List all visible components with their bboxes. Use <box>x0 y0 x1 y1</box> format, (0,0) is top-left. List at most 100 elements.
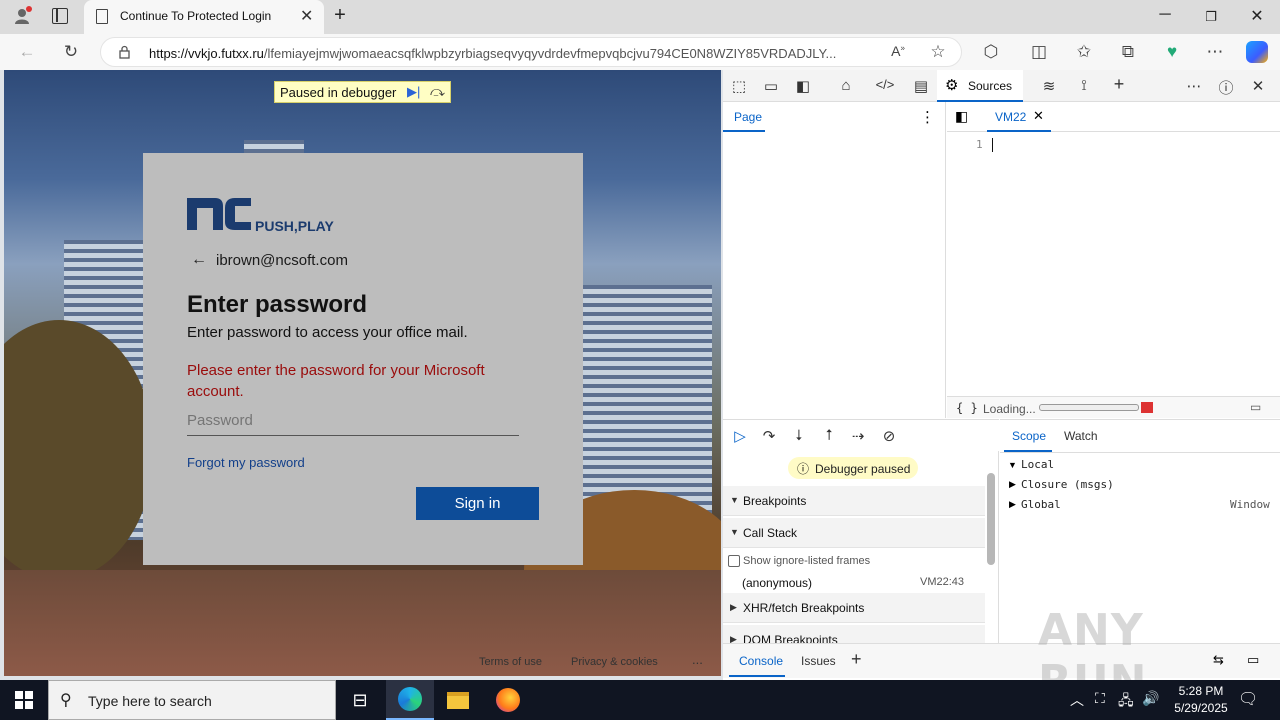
task-view-icon[interactable]: ⊟ <box>336 680 384 720</box>
maximize-icon[interactable]: ❐ <box>1201 9 1221 25</box>
close-window-icon[interactable]: ✕ <box>1247 6 1267 26</box>
tab-sources[interactable]: ⚙ Sources <box>937 70 1023 102</box>
password-input[interactable] <box>187 406 519 436</box>
tab-close-icon[interactable]: ✕ <box>300 6 313 26</box>
back-icon[interactable]: ← <box>16 42 38 62</box>
resume-icon[interactable]: ▷ <box>730 427 750 445</box>
call-frame-name[interactable]: (anonymous) <box>742 576 812 590</box>
clock-date[interactable]: 5/29/2025 <box>1166 701 1236 715</box>
xhr-breakpoints-section[interactable]: ▶ XHR/fetch Breakpoints <box>723 593 985 623</box>
sign-in-button[interactable]: Sign in <box>416 487 539 520</box>
customize-menu-icon[interactable]: ⋯ <box>1184 77 1204 95</box>
help-icon[interactable]: ⓘ <box>1216 77 1236 98</box>
text-cursor <box>992 138 993 152</box>
scope-tab-label: Scope <box>1012 429 1047 443</box>
collapse-arrow-icon[interactable]: ▶ <box>1009 479 1016 490</box>
tab-vm22[interactable]: VM22 ✕ <box>987 102 1051 132</box>
welcome-home-icon[interactable]: ⌂ <box>836 77 856 94</box>
lock-icon[interactable] <box>119 45 130 59</box>
tab-active[interactable]: Continue To Protected Login ✕ <box>84 0 324 34</box>
step-into-icon[interactable]: ⭣ <box>789 427 809 444</box>
navigator-menu-icon[interactable]: ⋮ <box>920 108 935 126</box>
line-number: 1 <box>976 138 983 151</box>
back-arrow-icon[interactable]: ← <box>191 251 207 269</box>
expand-arrow-icon[interactable]: ▼ <box>1008 460 1017 470</box>
tab-scope[interactable]: Scope <box>1004 420 1052 452</box>
tab-watch[interactable]: Watch <box>1064 429 1098 443</box>
url-text[interactable]: https://vvkjo.futxx.ru/lfemiayejmwjwomae… <box>149 46 879 61</box>
nc-logo <box>187 196 253 232</box>
tab-issues[interactable]: Issues <box>801 654 836 668</box>
error-message: Please enter the password for your Micro… <box>187 362 485 400</box>
scope-global[interactable]: Global <box>1021 498 1061 511</box>
show-ignore-listed-checkbox[interactable] <box>728 555 740 567</box>
pretty-print-icon[interactable]: { } <box>956 401 978 415</box>
search-icon: ⚲ <box>60 692 72 709</box>
device-emulation-icon[interactable]: ▭ <box>761 77 781 95</box>
collapse-arrow-icon[interactable]: ▶ <box>1009 499 1016 510</box>
step-over-icon[interactable]: ⤼ <box>430 83 445 100</box>
scrollbar-thumb[interactable] <box>987 473 995 565</box>
network-icon[interactable]: ≋ <box>1039 77 1059 95</box>
new-tab-icon[interactable]: + <box>330 4 350 27</box>
firefox-icon[interactable] <box>484 680 532 720</box>
network-tray-icon[interactable]: ⛶ <box>1095 690 1105 707</box>
xhr-breakpoints-label: XHR/fetch Breakpoints <box>743 601 865 615</box>
scope-local[interactable]: Local <box>1021 458 1054 471</box>
dom-breakpoints-section[interactable]: ▶ DOM Breakpoints <box>723 625 985 643</box>
stop-loading-icon[interactable] <box>1141 402 1153 413</box>
forgot-password-link[interactable]: Forgot my password <box>187 455 305 470</box>
more-options-icon[interactable]: ⋯ <box>1204 42 1226 62</box>
deactivate-breakpoints-icon[interactable]: ⊘ <box>879 427 899 445</box>
start-button[interactable] <box>0 680 48 720</box>
add-drawer-tab-icon[interactable]: + <box>851 649 862 670</box>
volume-icon[interactable]: 🔊 <box>1142 690 1159 707</box>
privacy-cookies-link[interactable]: Privacy & cookies <box>571 656 658 668</box>
breakpoints-section[interactable]: ▼ Breakpoints <box>723 486 985 516</box>
tab-console[interactable]: Console <box>729 644 785 677</box>
show-hidden-icons[interactable]: ︿ <box>1070 690 1084 710</box>
resume-icon[interactable]: ▶| <box>407 84 420 100</box>
navigator-pane: Page ⋮ <box>723 102 946 418</box>
close-tab-icon[interactable]: ✕ <box>1033 108 1044 124</box>
console-icon[interactable]: ▤ <box>911 77 931 95</box>
coverage-icon[interactable]: ▭ <box>1250 400 1261 414</box>
url-bar[interactable]: https://vvkjo.futxx.ru/lfemiayejmwjwomae… <box>100 37 962 67</box>
toggle-navigator-icon[interactable]: ◧ <box>955 108 968 125</box>
read-aloud-icon[interactable]: A» <box>887 43 909 59</box>
step-icon[interactable]: ⇢ <box>848 427 868 445</box>
inspect-element-icon[interactable]: ⬚ <box>729 77 749 95</box>
minimize-icon[interactable]: ─ <box>1155 6 1175 24</box>
file-explorer-icon[interactable] <box>434 680 482 720</box>
tab-page[interactable]: Page <box>723 102 765 132</box>
taskbar-search-box[interactable]: ⚲ Type here to search <box>48 680 336 720</box>
scope-closure[interactable]: Closure (msgs) <box>1021 478 1114 491</box>
more-tools-icon[interactable]: + <box>1109 74 1129 95</box>
edge-app-icon[interactable] <box>386 680 434 720</box>
dock-side-icon[interactable]: ◧ <box>793 77 813 95</box>
profile-icon[interactable] <box>12 6 32 26</box>
extensions-icon[interactable]: ⬡ <box>980 42 1002 62</box>
tab-actions-icon[interactable] <box>52 8 68 24</box>
call-frame-location[interactable]: VM22:43 <box>920 576 964 588</box>
clock-time[interactable]: 5:28 PM <box>1173 684 1229 698</box>
scope-global-value: Window <box>1230 498 1270 511</box>
split-screen-icon[interactable]: ◫ <box>1028 42 1050 62</box>
elements-icon[interactable]: </> <box>875 77 895 92</box>
footer-more-link[interactable]: ... <box>692 652 703 667</box>
performance-icon[interactable]: ♥ <box>1161 42 1183 62</box>
terms-of-use-link[interactable]: Terms of use <box>479 656 542 668</box>
step-out-icon[interactable]: ⭡ <box>819 427 839 444</box>
collections-icon[interactable]: ⧉ <box>1117 42 1139 62</box>
call-stack-section[interactable]: ▼ Call Stack <box>723 518 985 548</box>
favorites-icon[interactable]: ✩ <box>1073 42 1095 62</box>
performance-icon[interactable]: ⟟ <box>1074 77 1094 94</box>
close-devtools-icon[interactable]: ✕ <box>1248 77 1268 95</box>
step-over-icon[interactable]: ↷ <box>759 427 779 445</box>
favorite-star-icon[interactable]: ☆ <box>927 42 949 62</box>
copilot-icon[interactable] <box>1246 41 1268 63</box>
ethernet-icon[interactable]: 🖧 <box>1118 690 1134 714</box>
close-drawer-icon[interactable]: ▭ <box>1247 652 1259 668</box>
notifications-icon[interactable]: 🗨 <box>1238 689 1258 709</box>
refresh-icon[interactable]: ↻ <box>60 42 82 62</box>
